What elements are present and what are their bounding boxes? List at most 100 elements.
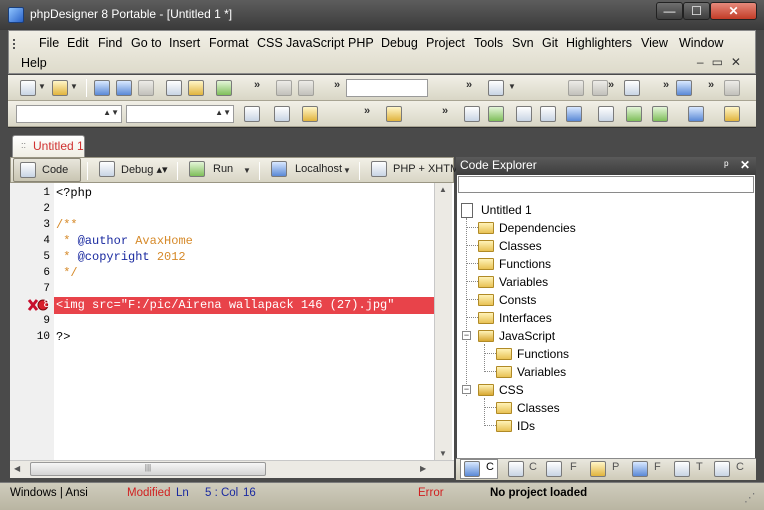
tree-item-functions[interactable]: Functions [499,257,551,271]
mdi-controls[interactable]: –▭✕ [697,55,749,69]
tree-item-css-ids[interactable]: IDs [517,419,535,433]
status-encoding[interactable]: Windows | Ansi [10,487,88,499]
menu-svn[interactable]: Svn [512,36,534,50]
menu-format[interactable]: Format [209,36,249,50]
menu-help[interactable]: Help [21,56,47,70]
window-icon[interactable] [566,106,582,122]
deploy-icon[interactable] [688,106,704,122]
menu-goto[interactable]: Go to [131,36,162,50]
overflow-icon[interactable]: » [663,79,669,91]
grid-icon[interactable] [516,106,532,122]
menu-highlighters[interactable]: Highlighters [566,36,632,50]
open-folder-icon[interactable] [52,80,68,96]
help-icon[interactable] [724,80,740,96]
image-icon[interactable] [488,106,504,122]
chevron-down-icon[interactable]: ▼ [70,82,78,91]
menu-git[interactable]: Git [542,36,558,50]
globe-icon[interactable] [216,80,232,96]
chevron-down-icon[interactable]: ▼ [38,82,46,91]
toolbar-combo-3[interactable]: ▲▼ [126,105,234,123]
overflow-icon[interactable]: » [364,105,370,117]
close-button[interactable]: ✕ [710,2,757,20]
overflow-icon[interactable]: » [466,79,472,91]
tree-root[interactable]: Untitled 1 [481,203,532,217]
menu-view[interactable]: View [641,36,668,50]
scroll-right-icon[interactable]: ▶ [420,464,426,473]
collapse-icon[interactable]: − [462,385,471,394]
menu-debug[interactable]: Debug [381,36,418,50]
arrow-icon[interactable] [386,106,402,122]
swap-icon[interactable] [244,106,260,122]
save-icon[interactable] [94,80,110,96]
maximize-button[interactable]: ☐ [683,2,710,20]
save-all-icon[interactable] [116,80,132,96]
vertical-scrollbar[interactable]: ▲ ▼ [434,183,452,460]
table-icon[interactable] [274,106,290,122]
run-button[interactable]: Run [187,158,233,182]
clip-icon[interactable] [508,461,524,477]
tree-item-js-variables[interactable]: Variables [517,365,566,379]
cut-icon[interactable] [276,80,292,96]
code-button[interactable]: Code [13,158,81,182]
scroll-up-icon[interactable]: ▲ [439,185,447,194]
tree-item-variables[interactable]: Variables [499,275,548,289]
menu-insert[interactable]: Insert [169,36,200,50]
localhost-button[interactable]: Localhost [269,158,342,182]
tree-item-classes[interactable]: Classes [499,239,542,253]
todo-icon[interactable] [674,461,690,477]
tab-untitled-1[interactable]: :: Untitled 1 [12,135,85,157]
select-icon[interactable] [598,106,614,122]
toolbar-combo-2[interactable]: ▲▼ [16,105,122,123]
tree-item-css-classes[interactable]: Classes [517,401,560,415]
menu-edit[interactable]: Edit [67,36,89,50]
collapse-icon[interactable]: − [462,331,471,340]
menu-project[interactable]: Project [426,36,465,50]
filter-icon[interactable] [488,80,504,96]
pen-icon[interactable] [624,80,640,96]
run-icon[interactable] [652,106,668,122]
file-browser-icon[interactable] [546,461,562,477]
menu-css[interactable]: CSS [257,36,283,50]
menu-find[interactable]: Find [98,36,122,50]
link-icon[interactable] [464,106,480,122]
list-icon[interactable] [540,106,556,122]
forward-icon[interactable] [592,80,608,96]
toolbar-combo-1[interactable] [346,79,428,97]
menu-tools[interactable]: Tools [474,36,503,50]
pin-icon[interactable]: ᵖ [724,158,729,172]
overflow-icon[interactable]: » [334,79,340,91]
paste-special-icon[interactable] [298,80,314,96]
tree-item-interfaces[interactable]: Interfaces [499,311,552,325]
resize-grip-icon[interactable]: ⋰ [744,490,756,504]
horizontal-scroll-thumb[interactable]: ||| [30,462,266,476]
overflow-icon[interactable]: » [708,79,714,91]
tree-item-js-functions[interactable]: Functions [517,347,569,361]
back-icon[interactable] [568,80,584,96]
menu-javascript[interactable]: JavaScript [286,36,344,50]
paste-icon[interactable] [188,80,204,96]
php-xhtml-button[interactable]: PHP + XHTM [369,158,459,182]
scroll-down-icon[interactable]: ▼ [439,449,447,458]
ftp-icon[interactable] [632,461,648,477]
copy-icon[interactable] [166,80,182,96]
menu-window[interactable]: Window [679,36,723,50]
menu-php[interactable]: PHP [348,36,374,50]
globe-icon[interactable] [676,80,692,96]
chevron-down-icon[interactable]: ▼ [508,82,516,91]
tree-item-javascript[interactable]: JavaScript [499,329,555,343]
minimize-button[interactable]: — [656,2,683,20]
overflow-icon[interactable]: » [608,79,614,91]
export-icon[interactable] [626,106,642,122]
chevron-down-icon[interactable]: ▼ [243,166,251,175]
tree-item-dependencies[interactable]: Dependencies [499,221,576,235]
debug-button[interactable]: Debug ▴▾ [95,158,168,182]
clip-icon[interactable] [714,461,730,477]
new-file-icon[interactable] [20,80,36,96]
tree-item-consts[interactable]: Consts [499,293,536,307]
menu-file[interactable]: File [39,36,59,50]
overflow-icon[interactable]: » [442,105,448,117]
close-all-icon[interactable] [138,80,154,96]
overflow-icon[interactable]: » [254,79,260,91]
form-icon[interactable] [302,106,318,122]
explorer-search-input[interactable] [458,176,754,193]
